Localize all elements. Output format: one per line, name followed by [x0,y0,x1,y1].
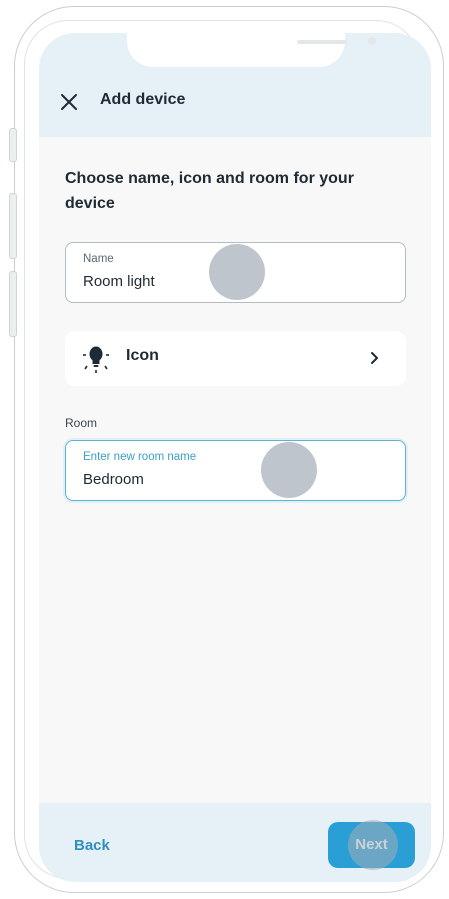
page-title: Add device [100,91,186,108]
header-bar: Add device [39,33,431,137]
camera [368,37,376,45]
app-screen: Add device Choose name, icon and room fo… [39,33,431,882]
speaker [297,40,347,44]
room-field-value: Bedroom [83,471,144,488]
room-section-label: Room [65,416,98,430]
room-name-field[interactable]: Enter new room name Bedroom [65,440,406,501]
side-button-volume-down [9,271,17,337]
light-bulb-icon [82,342,110,374]
side-button-mute [9,128,17,162]
instruction-heading: Choose name, icon and room for your devi… [65,170,354,212]
footer-bar: Back Next [39,803,431,882]
name-field-label: Name [83,253,114,265]
side-button-volume-up [9,193,17,259]
touch-indicator [209,244,265,300]
touch-indicator [261,442,317,498]
icon-selector[interactable]: Icon [65,331,406,386]
chevron-right-icon [370,351,380,365]
name-field-value: Room light [83,273,155,290]
room-field-label: Enter new room name [83,451,197,463]
icon-selector-label: Icon [126,347,159,364]
touch-indicator [348,820,398,870]
notch [127,33,376,67]
close-icon[interactable] [60,93,78,111]
back-button[interactable]: Back [74,837,110,854]
